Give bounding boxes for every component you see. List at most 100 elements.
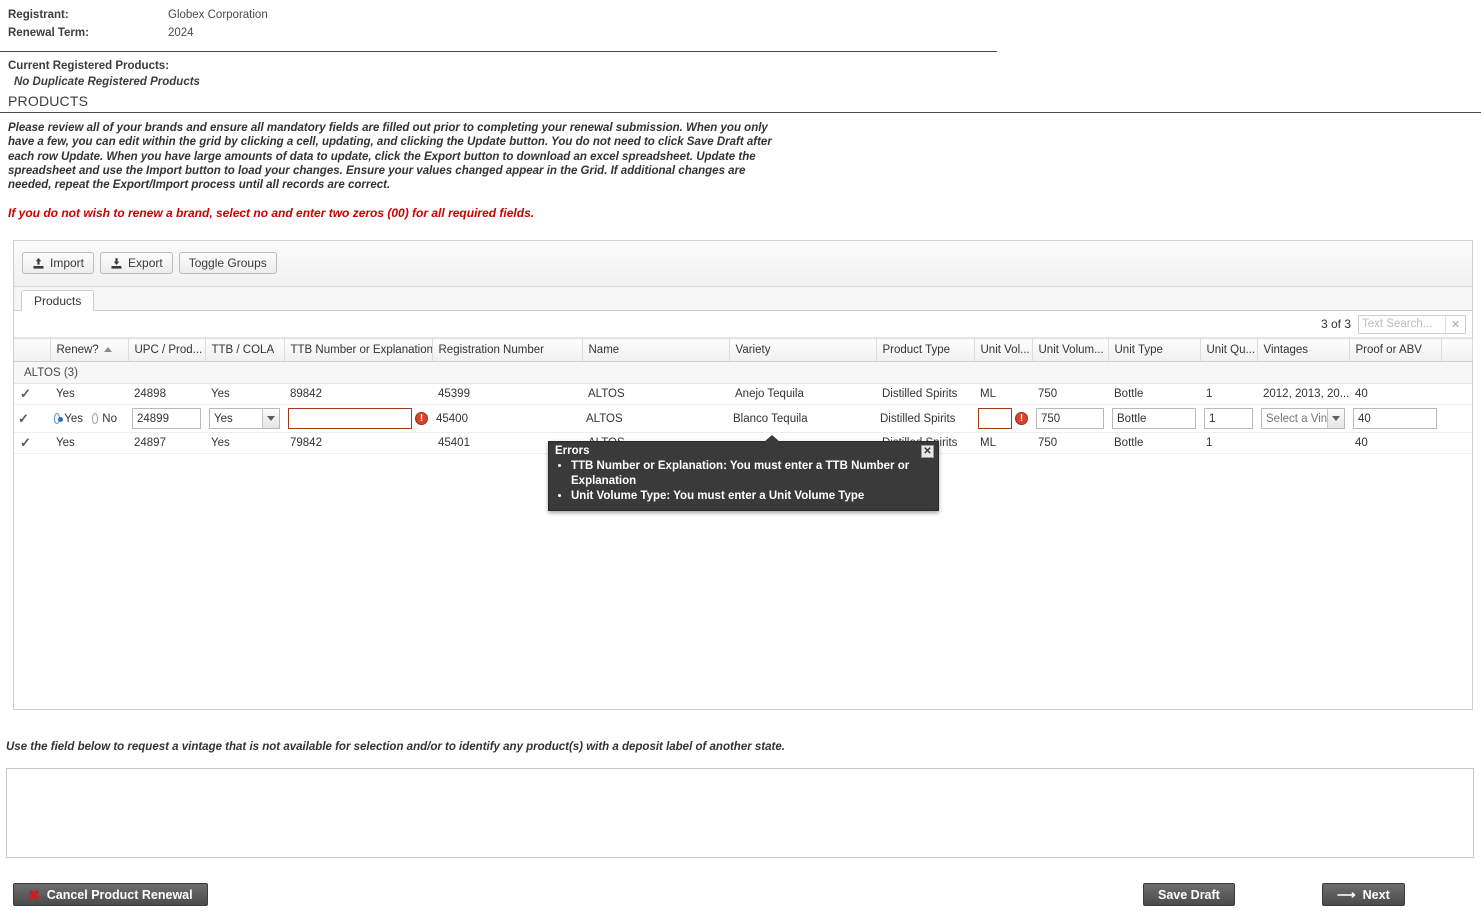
check-icon: ✓ [20,386,31,401]
cell-unit-type[interactable]: Bottle [1108,432,1200,454]
product-renewal-page: Registrant: Globex Corporation Renewal T… [0,0,1481,911]
cell-renew[interactable]: Yes [50,432,128,454]
page-title: PRODUCTS [0,90,1481,113]
vintages-select[interactable] [1261,408,1345,429]
tab-products[interactable]: Products [21,290,95,311]
cell-ttb-cola-select[interactable]: Yes [205,404,284,433]
cell-ttb-number-input[interactable]: ! [284,404,432,433]
search-box: ✕ [1358,314,1466,334]
export-button[interactable]: Export [100,252,173,274]
grid-header-bar: 3 of 3 ✕ [14,311,1472,338]
col-header-renew[interactable]: Renew? [50,338,129,362]
close-icon[interactable]: ✕ [1445,315,1465,333]
table-row-editing[interactable]: ✓ Yes No 24899 Yes ! 45400 ALTOS Blanco … [14,404,1472,433]
cell-registration-number[interactable]: 45400 [432,404,582,433]
cell-unit-quantity-input[interactable] [1200,404,1257,433]
cell-ttb-cola[interactable]: Yes [205,383,284,405]
cell-unit-quantity[interactable]: 1 [1200,432,1257,454]
registrant-meta: Registrant: Globex Corporation Renewal T… [0,0,1481,42]
sort-asc-icon [103,347,112,353]
cell-upc[interactable]: 24897 [128,432,205,454]
cell-upc[interactable]: 24898 [128,383,205,405]
cell-ttb-cola[interactable]: Yes [205,432,284,454]
tab-products-label: Products [34,294,82,308]
cell-unit-quantity[interactable]: 1 [1200,383,1257,405]
registrant-value: Globex Corporation [168,9,268,21]
cell-ttb-number[interactable]: 89842 [284,383,432,405]
upc-input[interactable] [132,408,201,429]
unit-volume-input[interactable] [1036,408,1104,429]
save-draft-button[interactable]: Save Draft [1143,883,1235,906]
ttb-number-input[interactable] [288,408,412,429]
col-header-unit-quantity[interactable]: Unit Qu... [1200,338,1258,362]
col-header-registration-number[interactable]: Registration Number [432,338,583,362]
error-tooltip-header: Errors ✕ [549,442,938,459]
col-header-unit-volume[interactable]: Unit Volum... [1032,338,1109,362]
col-header-upc[interactable]: UPC / Prod... [128,338,206,362]
cell-unit-volume[interactable]: 750 [1032,383,1108,405]
cell-unit-volume-type-input[interactable]: ! [974,404,1032,433]
unit-volume-type-input[interactable] [978,408,1012,429]
cell-product-type[interactable]: Distilled Spirits [876,404,974,433]
col-header-ttb-cola[interactable]: TTB / COLA [205,338,285,362]
table-row[interactable]: ✓ Yes 24898 Yes 89842 45399 ALTOS Anejo … [14,383,1472,405]
error-tooltip: Errors ✕ TTB Number or Explanation: You … [548,435,939,511]
next-button[interactable]: ⟶ Next [1322,883,1405,906]
unit-quantity-input[interactable] [1204,408,1253,429]
cell-registration-number[interactable]: 45399 [432,383,582,405]
row-select-check[interactable]: ✓ [14,432,50,454]
error-icon[interactable]: ! [415,412,428,425]
vintage-request-textarea[interactable] [6,768,1474,858]
cell-unit-type-input[interactable] [1108,404,1200,433]
renew-no-radio[interactable] [92,413,99,424]
renew-yes-radio[interactable] [54,413,63,424]
row-select-check[interactable]: ✓ [14,383,50,405]
renewal-term-row: Renewal Term: 2024 [8,24,1481,42]
cell-unit-type[interactable]: Bottle [1108,383,1200,405]
cell-vintages[interactable]: 2012, 2013, 20... [1257,383,1349,405]
col-header-ttb-number[interactable]: TTB Number or Explanation [284,338,433,362]
cell-product-type[interactable]: Distilled Spirits [876,383,974,405]
cell-unit-volume-input[interactable] [1032,404,1108,433]
cell-name[interactable]: ALTOS [582,383,729,405]
cell-unit-volume-type[interactable]: ML [974,432,1032,454]
cancel-product-renewal-button[interactable]: ✖ Cancel Product Renewal [13,883,208,906]
arrow-right-icon: ⟶ [1337,887,1356,902]
next-label: Next [1362,887,1390,902]
cell-unit-volume-type[interactable]: ML [974,383,1032,405]
cell-proof-abv[interactable]: 40 [1349,432,1441,454]
cell-variety[interactable]: Anejo Tequila [729,383,876,405]
proof-abv-input[interactable] [1353,408,1437,429]
cell-renew-radios[interactable]: Yes No [50,404,128,433]
group-header-row[interactable]: ALTOS (3) [14,361,1472,384]
cell-vintages-select[interactable] [1257,404,1349,433]
unit-type-input[interactable] [1112,408,1196,429]
renewal-term-value: 2024 [168,27,194,39]
products-grid: Renew? UPC / Prod... TTB / COLA TTB Numb… [14,338,1473,454]
col-header-unit-volume-type[interactable]: Unit Vol... [974,338,1033,362]
cell-proof-abv[interactable]: 40 [1349,383,1441,405]
export-label: Export [128,256,163,270]
cell-renew[interactable]: Yes [50,383,128,405]
cell-unit-volume[interactable]: 750 [1032,432,1108,454]
error-icon[interactable]: ! [1015,412,1028,425]
search-input[interactable] [1359,315,1445,333]
row-select-check[interactable]: ✓ [14,404,50,433]
cell-name[interactable]: ALTOS [582,404,729,433]
col-header-variety[interactable]: Variety [729,338,877,362]
cell-variety[interactable]: Blanco Tequila [729,404,876,433]
col-header-unit-type[interactable]: Unit Type [1108,338,1201,362]
cell-proof-abv-input[interactable] [1349,404,1441,433]
cell-ttb-number[interactable]: 79842 [284,432,432,454]
import-button[interactable]: Import [22,252,95,274]
close-icon[interactable]: ✕ [921,445,934,458]
ttb-cola-select[interactable]: Yes [209,408,280,429]
toggle-groups-button[interactable]: Toggle Groups [178,252,277,274]
col-header-name[interactable]: Name [582,338,730,362]
cell-upc-input[interactable] [128,404,205,433]
cell-vintages[interactable] [1257,432,1349,454]
col-header-product-type[interactable]: Product Type [876,338,975,362]
vintage-request-note: Use the field below to request a vintage… [6,741,785,753]
col-header-vintages[interactable]: Vintages [1257,338,1350,362]
col-header-proof-abv[interactable]: Proof or ABV [1349,338,1442,362]
